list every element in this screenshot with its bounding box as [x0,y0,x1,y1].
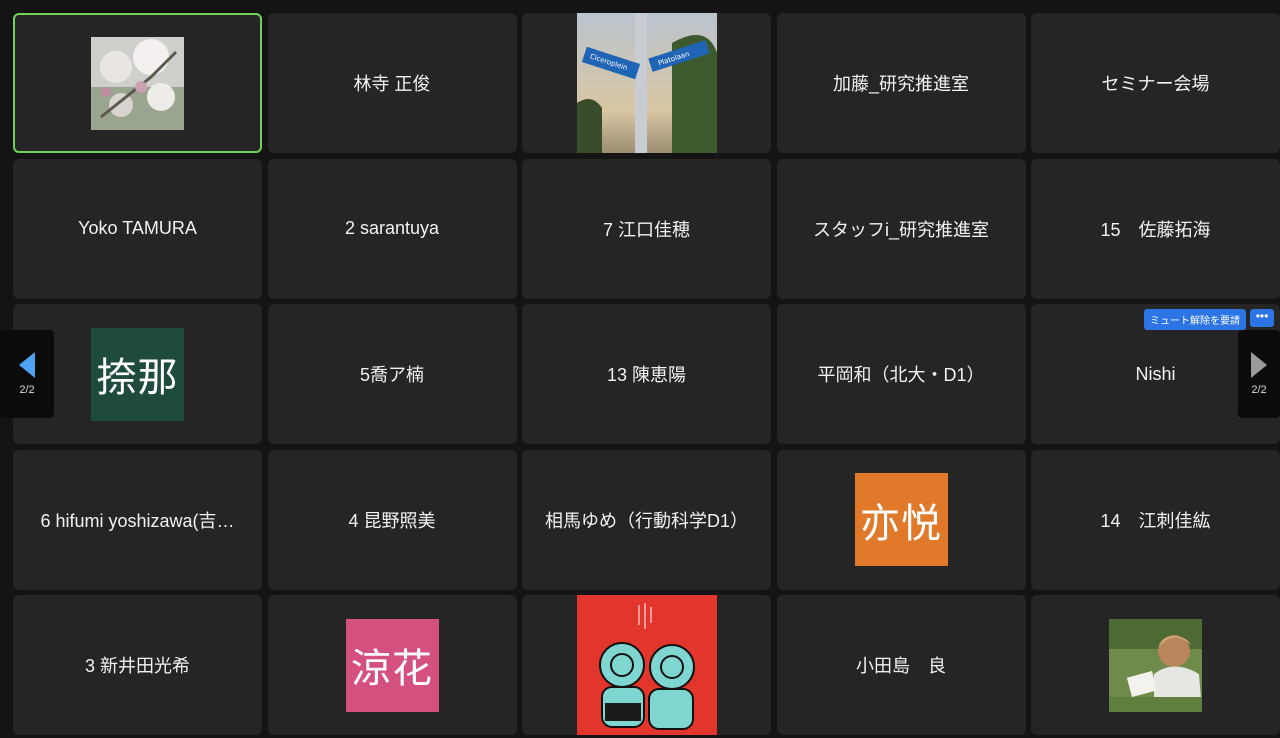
participant-tile[interactable]: 7 江口佳穂 [522,158,771,299]
participant-name: 5喬ア楠 [359,365,424,385]
gallery-grid: 林寺 正俊 Ciceroplein Platolaan 加藤_研究推進室 セミナ… [13,13,1280,735]
participant-avatar: 亦悦 [854,473,948,566]
street-sign-photo: Ciceroplein Platolaan [576,13,717,153]
participant-tile[interactable] [13,13,262,153]
participant-name: 6 hifumi yoshizawa(吉… [40,510,235,531]
participant-name: Yoko TAMURA [78,218,197,238]
participant-name: 7 江口佳穂 [602,219,690,240]
participant-tile[interactable] [1031,595,1280,735]
participant-name: 林寺 正俊 [353,74,431,94]
participant-tile[interactable]: 5喬ア楠 [267,304,517,444]
participant-tile[interactable]: 15 佐藤拓海 [1031,158,1280,299]
participant-name: 相馬ゆめ（行動科学D1） [544,510,748,531]
participant-tile[interactable]: 林寺 正俊 [267,13,517,153]
next-page-button[interactable]: 2/2 [1238,330,1280,418]
participant-avatar: 捺那 [91,327,184,421]
participant-tile[interactable]: 加藤_研究推進室 [776,13,1026,153]
page-indicator: 2/2 [19,384,35,396]
more-options-icon[interactable]: ••• [1250,309,1274,327]
participant-name: 3 新井田光希 [84,656,190,676]
chevron-left-icon [19,352,35,378]
person-reading-photo [1109,618,1202,712]
participant-tile[interactable]: 平岡和（北大・D1） [776,304,1026,444]
illustrated-poster-photo [576,595,717,735]
previous-page-button[interactable]: 2/2 [0,330,54,418]
participant-tile[interactable]: 6 hifumi yoshizawa(吉… [13,449,262,590]
participant-tile[interactable]: 涼花 [267,595,517,735]
page-indicator: 2/2 [1251,384,1267,396]
participant-tile[interactable]: 2 sarantuya [267,158,517,299]
participant-name: 平岡和（北大・D1） [817,365,985,385]
participant-tile[interactable]: 4 昆野照美 [267,449,517,590]
ask-to-unmute-button[interactable]: ミュート解除を要請 [1144,309,1246,330]
participant-tile[interactable]: スタッフi_研究推進室 [776,158,1026,299]
participant-tile[interactable]: 13 陳恵陽 [522,304,771,444]
participant-name: スタッフi_研究推進室 [812,219,989,240]
participant-tile[interactable]: 相馬ゆめ（行動科学D1） [522,449,771,590]
participant-name: 14 江刺佳紘 [1100,510,1211,531]
participant-name: 2 sarantuya [344,218,440,238]
cherry-blossom-photo [91,36,184,130]
participant-name: 15 佐藤拓海 [1100,219,1211,240]
participant-tile[interactable]: 亦悦 [776,449,1026,590]
participant-tile[interactable]: セミナー会場 [1031,13,1280,153]
chevron-right-icon [1251,352,1267,378]
participant-tile[interactable]: 14 江刺佳紘 [1031,449,1280,590]
participant-name: 小田島 良 [856,656,946,676]
participant-name: 4 昆野照美 [348,510,436,531]
participant-tile[interactable] [522,595,771,735]
participant-name: 13 陳恵陽 [606,365,687,385]
participant-name: Nishi [1135,363,1176,384]
participant-tile[interactable]: 小田島 良 [776,595,1026,735]
participant-tile[interactable]: 3 新井田光希 [13,595,262,735]
participant-avatar: 涼花 [345,618,439,712]
participant-name: セミナー会場 [1101,74,1210,94]
participant-name: 加藤_研究推進室 [832,74,969,94]
participant-tile[interactable]: Ciceroplein Platolaan [522,13,771,153]
participant-tile[interactable]: Yoko TAMURA [13,158,262,299]
